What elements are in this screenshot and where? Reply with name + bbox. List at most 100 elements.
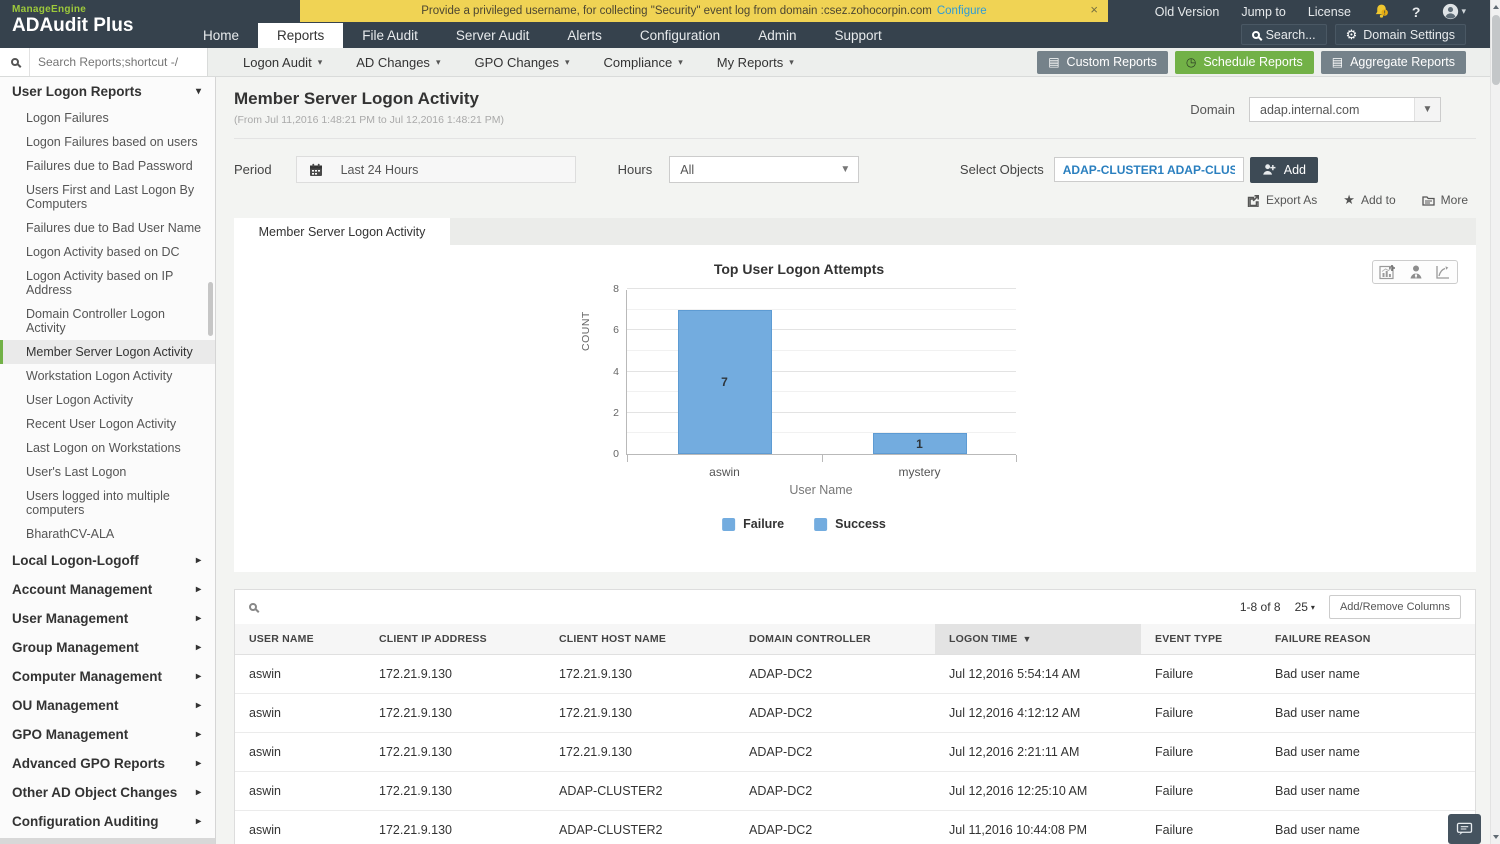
sidebar-section-group-management[interactable]: Group Management▸	[0, 633, 215, 662]
menu-compliance[interactable]: Compliance▾	[587, 48, 700, 76]
user-menu[interactable]: ▾	[1442, 3, 1466, 20]
period-picker[interactable]: Last 24 Hours	[296, 156, 576, 183]
sidebar-section-gpo-management[interactable]: GPO Management▸	[0, 720, 215, 749]
line-chart-icon[interactable]	[1435, 264, 1451, 280]
nav-tab-home[interactable]: Home	[184, 23, 258, 48]
table-search-icon[interactable]	[249, 603, 257, 611]
sidebar-horizontal-scrollbar[interactable]	[0, 838, 215, 844]
select-objects-box[interactable]: ADAP-CLUSTER1 ADAP-CLUST...	[1054, 157, 1244, 182]
sidebar-section-local-logon-logoff[interactable]: Local Logon-Logoff▸	[0, 546, 215, 575]
tab-member-server-logon-activity[interactable]: Member Server Logon Activity	[234, 218, 450, 245]
table-row[interactable]: aswin172.21.9.130172.21.9.130ADAP-DC2Jul…	[235, 733, 1475, 772]
scroll-up-arrow[interactable]	[1491, 0, 1500, 14]
nav-tab-server-audit[interactable]: Server Audit	[437, 23, 549, 48]
chat-feedback-button[interactable]	[1448, 814, 1481, 844]
custom-reports-button[interactable]: ▤Custom Reports	[1037, 51, 1168, 74]
sidebar-item-last-logon-on-workstations[interactable]: Last Logon on Workstations	[0, 436, 215, 460]
add-remove-columns-button[interactable]: Add/Remove Columns	[1329, 595, 1461, 619]
table-row[interactable]: aswin172.21.9.130ADAP-CLUSTER2ADAP-DC2Ju…	[235, 772, 1475, 811]
nav-tab-admin[interactable]: Admin	[739, 23, 815, 48]
table-cell: Bad user name	[1261, 733, 1475, 772]
domain-value: adap.internal.com	[1250, 103, 1414, 117]
sidebar-section-computer-management[interactable]: Computer Management▸	[0, 662, 215, 691]
hours-select[interactable]: All ▼	[669, 156, 859, 183]
column-header-domain-controller[interactable]: DOMAIN CONTROLLER	[735, 624, 935, 655]
sidebar-item-users-logged-into-multiple-computers[interactable]: Users logged into multiple computers	[0, 484, 215, 522]
y-tick-label: 0	[593, 448, 619, 460]
page-size-dropdown[interactable]: 25 ▾	[1295, 600, 1315, 614]
sidebar-item-users-first-and-last-logon-by-computers[interactable]: Users First and Last Logon By Computers	[0, 178, 215, 216]
bar-mystery[interactable]: 1	[873, 433, 967, 454]
sidebar-item-domain-controller-logon-activity[interactable]: Domain Controller Logon Activity	[0, 302, 215, 340]
bell-icon[interactable]: !	[1373, 3, 1390, 20]
user-report-icon[interactable]	[1409, 264, 1423, 280]
legend-item-failure[interactable]: Failure	[722, 517, 784, 531]
sidebar-item-logon-failures-based-on-users[interactable]: Logon Failures based on users	[0, 130, 215, 154]
sidebar-section-configuration-auditing[interactable]: Configuration Auditing▸	[0, 807, 215, 836]
sidebar-item-logon-failures[interactable]: Logon Failures	[0, 106, 215, 130]
sidebar-scrollbar-thumb[interactable]	[208, 282, 213, 336]
add-chart-icon[interactable]	[1379, 264, 1397, 280]
schedule-reports-button[interactable]: ◷Schedule Reports	[1175, 51, 1314, 74]
link-jump-to[interactable]: Jump to	[1241, 5, 1285, 19]
sidebar-item-user-s-last-logon[interactable]: User's Last Logon	[0, 460, 215, 484]
sidebar-item-recent-user-logon-activity[interactable]: Recent User Logon Activity	[0, 412, 215, 436]
sidebar-item-logon-activity-based-on-ip-address[interactable]: Logon Activity based on IP Address	[0, 264, 215, 302]
menu-my-reports[interactable]: My Reports▾	[700, 48, 811, 76]
table-row[interactable]: aswin172.21.9.130172.21.9.130ADAP-DC2Jul…	[235, 694, 1475, 733]
table-row[interactable]: aswin172.21.9.130172.21.9.130ADAP-DC2Jul…	[235, 655, 1475, 694]
window-scrollbar[interactable]	[1490, 0, 1500, 844]
column-header-event-type[interactable]: EVENT TYPE	[1141, 624, 1261, 655]
menu-logon-audit[interactable]: Logon Audit▾	[226, 48, 339, 76]
sidebar-section-advanced-gpo-reports[interactable]: Advanced GPO Reports▸	[0, 749, 215, 778]
domain-settings-button[interactable]: ⚙ Domain Settings	[1335, 24, 1466, 45]
sidebar-item-member-server-logon-activity[interactable]: Member Server Logon Activity	[0, 340, 215, 364]
global-search-button[interactable]: Search...	[1241, 24, 1327, 45]
menu-ad-changes[interactable]: AD Changes▾	[339, 48, 457, 76]
nav-tab-file-audit[interactable]: File Audit	[343, 23, 437, 48]
sidebar-item-failures-due-to-bad-password[interactable]: Failures due to Bad Password	[0, 154, 215, 178]
sidebar-section-user-logon-reports[interactable]: User Logon Reports▾	[0, 77, 215, 106]
column-header-client-host-name[interactable]: CLIENT HOST NAME	[545, 624, 735, 655]
table-cell: Bad user name	[1261, 694, 1475, 733]
close-icon[interactable]: ×	[1090, 2, 1098, 17]
table-row[interactable]: aswin172.21.9.130ADAP-CLUSTER2ADAP-DC2Ju…	[235, 811, 1475, 844]
link-old-version[interactable]: Old Version	[1155, 5, 1220, 19]
column-header-logon-time[interactable]: LOGON TIME▼	[935, 624, 1141, 655]
sidebar-item-failures-due-to-bad-user-name[interactable]: Failures due to Bad User Name	[0, 216, 215, 240]
sidebar-section-user-management[interactable]: User Management▸	[0, 604, 215, 633]
add-objects-button[interactable]: Add	[1250, 157, 1318, 183]
sidebar-section-other-ad-object-changes[interactable]: Other AD Object Changes▸	[0, 778, 215, 807]
export-as-button[interactable]: Export As	[1247, 192, 1317, 208]
sidebar-item-bharathcv-ala[interactable]: BharathCV-ALA	[0, 522, 215, 546]
menu-gpo-changes[interactable]: GPO Changes▾	[457, 48, 586, 76]
column-header-failure-reason[interactable]: FAILURE REASON	[1261, 624, 1475, 655]
chevron-right-icon: ▸	[196, 584, 201, 595]
nav-tab-reports[interactable]: Reports	[258, 23, 343, 48]
more-button[interactable]: More	[1422, 192, 1468, 208]
nav-tab-alerts[interactable]: Alerts	[548, 23, 621, 48]
column-header-client-ip-address[interactable]: CLIENT IP ADDRESS	[365, 624, 545, 655]
configure-link[interactable]: Configure	[937, 5, 987, 17]
domain-select[interactable]: adap.internal.com ▼	[1249, 97, 1441, 122]
sidebar-item-workstation-logon-activity[interactable]: Workstation Logon Activity	[0, 364, 215, 388]
sidebar-item-logon-activity-based-on-dc[interactable]: Logon Activity based on DC	[0, 240, 215, 264]
scroll-down-arrow[interactable]	[1491, 830, 1500, 844]
sidebar-section-ou-management[interactable]: OU Management▸	[0, 691, 215, 720]
sidebar-search-icon-cell[interactable]	[0, 48, 30, 76]
nav-tab-support[interactable]: Support	[815, 23, 900, 48]
gridline	[627, 288, 1016, 289]
legend-item-success[interactable]: Success	[814, 517, 886, 531]
add-to-button[interactable]: ★ Add to	[1343, 192, 1395, 208]
scrollbar-thumb[interactable]	[1492, 15, 1500, 85]
bar-aswin[interactable]: 7	[678, 310, 772, 454]
table-toolbar: 1-8 of 8 25 ▾ Add/Remove Columns	[235, 590, 1475, 624]
column-header-user-name[interactable]: USER NAME	[235, 624, 365, 655]
sidebar-item-user-logon-activity[interactable]: User Logon Activity	[0, 388, 215, 412]
help-icon[interactable]: ?	[1412, 4, 1421, 20]
nav-tab-configuration[interactable]: Configuration	[621, 23, 739, 48]
sidebar-section-account-management[interactable]: Account Management▸	[0, 575, 215, 604]
aggregate-reports-button[interactable]: ▤Aggregate Reports	[1321, 51, 1466, 74]
report-search-input[interactable]	[30, 48, 208, 76]
link-license[interactable]: License	[1308, 5, 1351, 19]
